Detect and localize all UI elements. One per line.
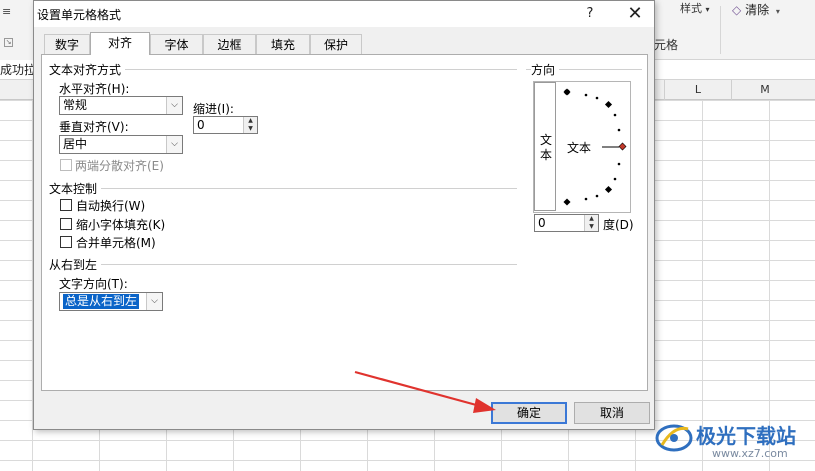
orientation-marker: [563, 88, 571, 96]
spin-up-icon[interactable]: ▲: [244, 117, 257, 125]
vertical-align-value: 居中: [63, 137, 88, 151]
orientation-marker: [604, 100, 613, 109]
orientation-text-label: 文本: [567, 141, 592, 155]
chevron-down-icon[interactable]: ⌵: [146, 293, 162, 310]
horizontal-align-select[interactable]: 常规 ⌵: [59, 96, 183, 115]
indent-spinner[interactable]: 0 ▲ ▼: [193, 116, 258, 134]
orientation-dot: [595, 194, 599, 198]
chevron-down-icon: ▾: [775, 7, 780, 16]
eraser-icon: ◇: [732, 3, 742, 17]
orientation-group-label: 方向: [531, 61, 560, 78]
degrees-value: 0: [538, 216, 546, 230]
column-header-L[interactable]: L: [664, 80, 731, 100]
tab-alignment[interactable]: 对齐: [90, 32, 150, 55]
wrap-text-checkbox[interactable]: [60, 199, 72, 211]
text-direction-value: 总是从右到左: [63, 294, 140, 309]
degrees-label: 度(D): [603, 218, 634, 232]
orientation-dot: [613, 113, 617, 117]
merge-cells-checkbox[interactable]: [60, 236, 72, 248]
indent-value: 0: [197, 118, 205, 132]
dialog-title: 设置单元格格式: [37, 8, 122, 22]
cancel-button[interactable]: 取消: [574, 402, 650, 424]
help-button[interactable]: ?: [580, 3, 600, 25]
orientation-dot: [584, 197, 588, 201]
tab-protection[interactable]: 保护: [310, 34, 362, 54]
format-cells-dialog: 设置单元格格式 ? ✕ 数字 对齐 字体 边框 填充 保护 文本对齐方式 水平对…: [33, 0, 655, 430]
dialog-title-bar[interactable]: 设置单元格格式 ? ✕: [34, 1, 654, 27]
ribbon-separator: [720, 6, 721, 54]
text-direction-select[interactable]: 总是从右到左 ⌵: [59, 292, 163, 311]
tab-number[interactable]: 数字: [44, 34, 90, 54]
horizontal-align-label: 水平对齐(H):: [59, 82, 130, 96]
orientation-marker: [563, 198, 571, 206]
ok-button[interactable]: 确定: [491, 402, 567, 424]
shrink-to-fit-label: 缩小字体填充(K): [76, 218, 166, 232]
dialog-launcher-icon[interactable]: ↘: [4, 38, 13, 47]
distributed-label: 两端分散对齐(E): [75, 159, 164, 173]
tab-fill[interactable]: 填充: [256, 34, 310, 54]
ribbon-group-label: 元格: [654, 38, 679, 52]
spin-down-icon[interactable]: ▼: [244, 125, 257, 133]
chevron-down-icon: ▾: [705, 5, 710, 14]
orientation-dot: [617, 162, 621, 166]
column-header-M[interactable]: M: [731, 80, 798, 100]
chevron-down-icon[interactable]: ⌵: [166, 97, 182, 114]
ribbon-clear-label: 清除: [745, 3, 770, 17]
vertical-align-select[interactable]: 居中 ⌵: [59, 135, 183, 154]
orientation-dot: [613, 177, 617, 181]
cell-text: 成功拉: [0, 63, 37, 77]
align-lines-icon[interactable]: ≡: [2, 5, 11, 18]
spinner-buttons[interactable]: ▲ ▼: [584, 215, 598, 231]
orientation-dot: [595, 96, 599, 100]
text-control-group-label: 文本控制: [49, 180, 102, 197]
orientation-marker: [604, 185, 613, 194]
spin-up-icon[interactable]: ▲: [585, 215, 598, 223]
orientation-dot: [617, 128, 621, 132]
close-button[interactable]: ✕: [624, 3, 646, 25]
watermark: 极光下载站 www.xz7.com: [654, 415, 814, 471]
tab-font[interactable]: 字体: [150, 34, 203, 54]
vertical-text-label: 文本: [539, 133, 552, 162]
ribbon-style-label: 样式: [680, 2, 702, 15]
shrink-to-fit-checkbox[interactable]: [60, 218, 72, 230]
horizontal-align-value: 常规: [63, 98, 88, 112]
vertical-align-label: 垂直对齐(V):: [59, 120, 129, 134]
text-alignment-group-label: 文本对齐方式: [49, 61, 126, 78]
spinner-buttons[interactable]: ▲ ▼: [243, 117, 257, 133]
ribbon-left-strip: ≡ ↘: [0, 0, 33, 60]
ribbon-style-button[interactable]: 样式 ▾: [680, 0, 710, 16]
degrees-spinner[interactable]: 0 ▲ ▼: [534, 214, 599, 232]
orientation-pointer: [618, 142, 627, 151]
group-divider: [49, 188, 517, 189]
watermark-text: 极光下载站: [696, 424, 796, 448]
group-divider: [49, 264, 517, 265]
spin-down-icon[interactable]: ▼: [585, 223, 598, 231]
vertical-text-button[interactable]: 文本: [534, 82, 556, 211]
rtl-group-label: 从右到左: [49, 256, 102, 273]
watermark-logo-icon: [655, 424, 693, 452]
wrap-text-label: 自动换行(W): [76, 199, 146, 213]
orientation-dot: [584, 93, 588, 97]
merge-cells-label: 合并单元格(M): [76, 236, 156, 250]
watermark-url: www.xz7.com: [712, 447, 788, 460]
ribbon-clear-button[interactable]: ◇ 清除 ▾: [732, 1, 780, 18]
chevron-down-icon[interactable]: ⌵: [166, 136, 182, 153]
tab-border[interactable]: 边框: [203, 34, 256, 54]
indent-label: 缩进(I):: [193, 102, 234, 116]
distributed-checkbox[interactable]: [60, 159, 72, 171]
text-direction-label: 文字方向(T):: [59, 277, 128, 291]
